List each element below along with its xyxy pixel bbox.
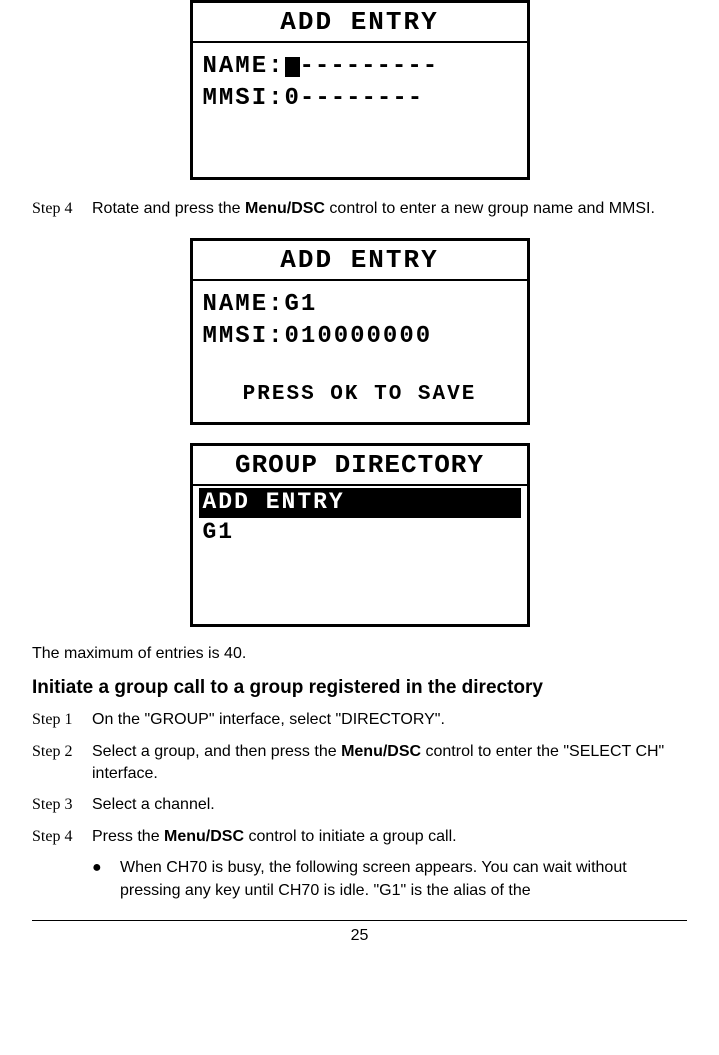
cursor-icon: [285, 57, 300, 77]
step-4: Step 4 Press the Menu/DSC control to ini…: [32, 826, 687, 848]
step-text: Select a group, and then press the Menu/…: [92, 741, 687, 784]
bullet-ch70-busy: ● When CH70 is busy, the following scree…: [92, 857, 687, 902]
step-label: Step 3: [32, 794, 92, 816]
lcd-add-entry-blank: ADD ENTRY NAME: --------- MMSI:0--------: [190, 0, 530, 180]
lcd-name-placeholder: ---------: [300, 51, 439, 83]
menu-dsc-control: Menu/DSC: [341, 743, 421, 760]
lcd-name-value: G1: [285, 289, 318, 321]
step-4-rotate-instruction: Step 4 Rotate and press the Menu/DSC con…: [32, 198, 687, 220]
step-3: Step 3 Select a channel.: [32, 794, 687, 816]
step-label: Step 1: [32, 709, 92, 731]
step-text: On the "GROUP" interface, select "DIRECT…: [92, 709, 687, 731]
lcd-mmsi-label: MMSI:: [203, 321, 285, 353]
menu-item-add-entry-selected: ADD ENTRY: [199, 488, 521, 518]
lcd-press-ok-prompt: PRESS OK TO SAVE: [203, 353, 517, 416]
lcd-name-label: NAME:: [203, 289, 285, 321]
step-text: Select a channel.: [92, 794, 687, 816]
lcd-name-label: NAME:: [203, 51, 285, 83]
lcd-title: ADD ENTRY: [193, 241, 527, 281]
lcd-add-entry-filled: ADD ENTRY NAME:G1 MMSI:010000000 PRESS O…: [190, 238, 530, 426]
menu-item-g1: G1: [199, 519, 521, 547]
footer-divider: [32, 920, 687, 921]
bullet-text: When CH70 is busy, the following screen …: [120, 857, 687, 902]
lcd-mmsi-label: MMSI:: [203, 83, 285, 115]
page-number: 25: [32, 927, 687, 955]
step-label: Step 4: [32, 826, 92, 848]
menu-dsc-control: Menu/DSC: [245, 200, 325, 217]
step-label: Step 2: [32, 741, 92, 784]
menu-dsc-control: Menu/DSC: [164, 828, 244, 845]
step-text: Rotate and press the Menu/DSC control to…: [92, 198, 687, 220]
step-text: Press the Menu/DSC control to initiate a…: [92, 826, 687, 848]
section-heading-initiate-group-call: Initiate a group call to a group registe…: [32, 677, 687, 699]
lcd-group-directory: GROUP DIRECTORY ADD ENTRY G1: [190, 443, 530, 627]
lcd-mmsi-value: 0--------: [285, 83, 424, 115]
step-label: Step 4: [32, 198, 92, 220]
step-1: Step 1 On the "GROUP" interface, select …: [32, 709, 687, 731]
max-entries-note: The maximum of entries is 40.: [32, 645, 687, 663]
step-2: Step 2 Select a group, and then press th…: [32, 741, 687, 784]
lcd-title: GROUP DIRECTORY: [193, 446, 527, 486]
bullet-icon: ●: [92, 857, 120, 902]
lcd-mmsi-value: 010000000: [285, 321, 433, 353]
lcd-title: ADD ENTRY: [193, 3, 527, 43]
